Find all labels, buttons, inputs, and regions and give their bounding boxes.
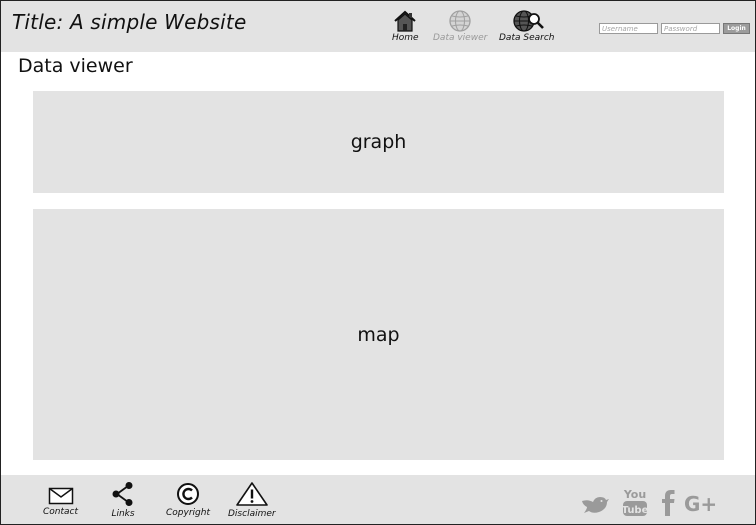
- nav-data-viewer-label: Data viewer: [433, 33, 488, 43]
- facebook-icon[interactable]: [660, 489, 676, 517]
- password-input[interactable]: [661, 23, 720, 34]
- nav-data-search-label: Data Search: [499, 33, 555, 43]
- youtube-icon[interactable]: You Tube: [621, 487, 649, 517]
- google-plus-icon[interactable]: G+: [684, 492, 718, 516]
- svg-text:G+: G+: [684, 492, 717, 516]
- site-title: Title: A simple Website: [12, 10, 247, 34]
- site-header: Title: A simple Website Home Data viewer: [1, 1, 755, 52]
- browser-frame: Title: A simple Website Home Data viewer: [0, 0, 756, 525]
- twitter-icon[interactable]: [580, 493, 610, 515]
- footer-disclaimer-label: Disclaimer: [228, 509, 276, 519]
- footer-links[interactable]: Links: [111, 481, 135, 519]
- footer-contact-label: Contact: [43, 507, 79, 517]
- svg-text:You: You: [623, 488, 646, 501]
- globe-icon: [449, 10, 471, 32]
- nav-data-search[interactable]: Data Search: [499, 10, 554, 43]
- copyright-icon: [176, 483, 199, 505]
- username-input[interactable]: [599, 23, 658, 34]
- share-icon: [112, 482, 133, 506]
- home-icon: [394, 10, 416, 32]
- envelope-icon: [48, 487, 73, 505]
- map-label: map: [357, 323, 400, 346]
- page-title: Data viewer: [18, 55, 133, 77]
- graph-panel[interactable]: graph: [33, 91, 724, 193]
- site-footer: Contact Links Copyright Disclaimer You T…: [1, 475, 755, 524]
- svg-text:Tube: Tube: [622, 505, 649, 516]
- login-button[interactable]: Login: [723, 23, 750, 34]
- footer-links-label: Links: [111, 509, 135, 519]
- graph-label: graph: [350, 131, 407, 153]
- nav-home-label: Home: [392, 33, 419, 43]
- footer-copyright[interactable]: Copyright: [166, 482, 210, 518]
- map-panel[interactable]: map: [33, 209, 724, 460]
- nav-data-viewer[interactable]: Data viewer: [433, 10, 487, 43]
- footer-contact[interactable]: Contact: [43, 487, 78, 517]
- footer-copyright-label: Copyright: [166, 508, 210, 518]
- globe-search-icon: [513, 10, 544, 32]
- footer-disclaimer[interactable]: Disclaimer: [228, 481, 276, 519]
- login-form: Login: [599, 23, 750, 34]
- warning-icon: [235, 482, 268, 506]
- nav-home[interactable]: Home: [392, 10, 419, 43]
